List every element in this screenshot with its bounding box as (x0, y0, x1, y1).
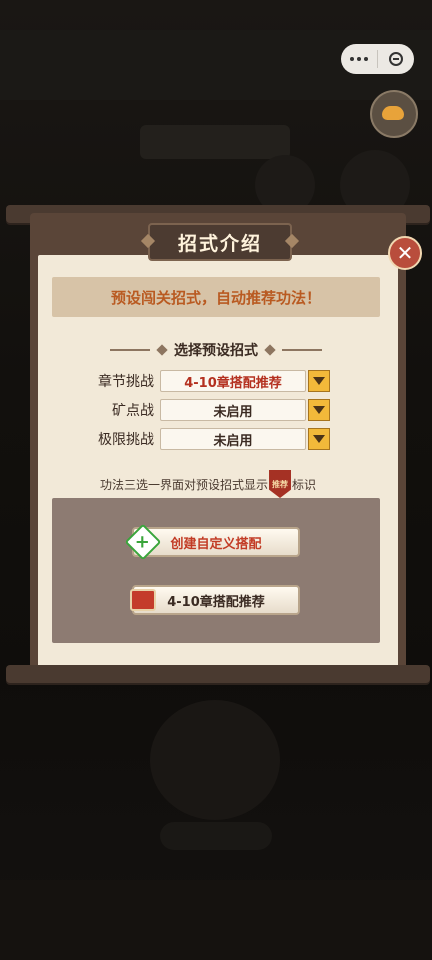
section-title: 选择预设招式 (100, 340, 332, 360)
tip-text: 功法三选一界面对预设招式显示 推荐 标识 (100, 470, 340, 498)
more-dots-icon (350, 57, 368, 61)
preset-label: 矿点战 (112, 403, 154, 419)
recommend-preset-label: 4-10章搭配推荐 (167, 594, 265, 610)
section-title-text: 选择预设招式 (174, 343, 258, 359)
chevron-down-icon[interactable] (308, 399, 330, 421)
dialog-title-plate: 招式介绍 (148, 223, 292, 261)
dialog-title: 招式介绍 (177, 232, 262, 255)
avatar[interactable] (370, 90, 418, 138)
close-icon: ✕ (396, 241, 414, 265)
chevron-down-icon[interactable] (308, 370, 330, 392)
scroll-rod-bottom (6, 665, 430, 683)
preset-row-chapter: 章节挑战 4-10章搭配推荐 (92, 369, 332, 393)
notice-banner: 预设闯关招式，自动推荐功法！ (52, 277, 380, 317)
create-custom-label: 创建自定义搭配 (170, 536, 262, 552)
plus-icon: + (124, 523, 162, 561)
recommend-preset-button[interactable]: 4-10章搭配推荐 (130, 585, 300, 615)
preset-label: 章节挑战 (98, 374, 154, 390)
chevron-down-icon[interactable] (308, 428, 330, 450)
preset-select-chapter[interactable]: 4-10章搭配推荐 (160, 370, 306, 392)
preset-row-extreme: 极限挑战 未启用 (92, 427, 332, 451)
preset-row-mine: 矿点战 未启用 (92, 398, 332, 422)
close-button[interactable]: ✕ (388, 236, 422, 270)
exit-circle-icon (389, 52, 403, 66)
recommend-badge-icon: 推荐 (269, 470, 292, 498)
more-button[interactable] (341, 44, 377, 74)
exit-button[interactable] (378, 44, 414, 74)
notice-text: 预设闯关招式，自动推荐功法！ (110, 288, 321, 307)
preset-select-mine[interactable]: 未启用 (160, 399, 306, 421)
preset-select-extreme[interactable]: 未启用 (160, 428, 306, 450)
action-panel (52, 498, 380, 643)
create-custom-button[interactable]: + 创建自定义搭配 (124, 523, 300, 561)
scroll-icon (130, 589, 156, 611)
mini-program-capsule (341, 44, 414, 74)
preset-label: 极限挑战 (98, 432, 154, 448)
